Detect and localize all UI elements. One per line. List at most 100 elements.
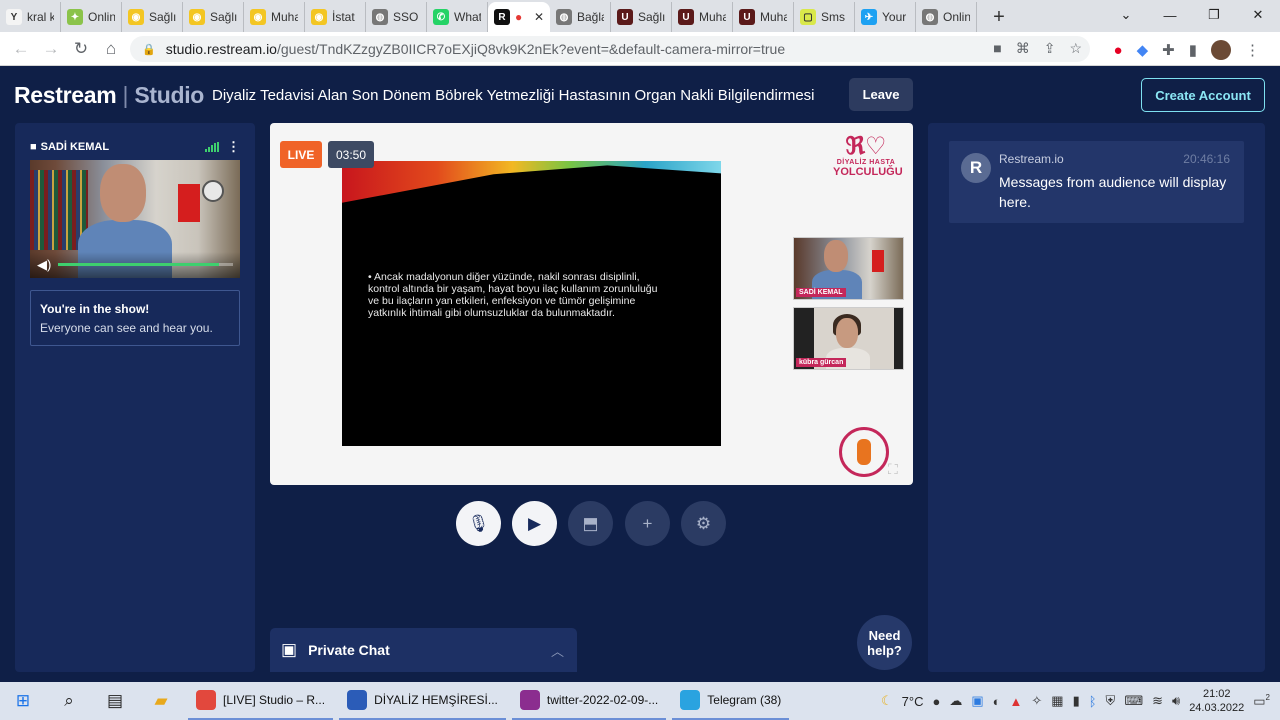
browser-tab[interactable]: Ykral k	[0, 2, 61, 32]
browser-tab[interactable]: U Muha	[733, 2, 794, 32]
settings-button[interactable]: ⚙	[681, 501, 726, 546]
tab-label: kral k	[27, 10, 54, 24]
whatsapp-icon: ✆	[433, 9, 449, 25]
camera-icon: ▶	[527, 513, 542, 533]
browser-tab[interactable]: ✦ Onlin	[61, 2, 122, 32]
profile-avatar[interactable]	[1211, 40, 1231, 60]
bookmark-star-icon[interactable]: ☆	[1069, 40, 1082, 57]
microphone-button[interactable]: 🎙	[456, 501, 501, 546]
keyboard-icon[interactable]: ⌨	[1124, 693, 1143, 709]
browser-tab[interactable]: ▢ Sms	[794, 2, 855, 32]
browser-tab-strip: Ykral k ✦ Onlin ◉ Sağlı ◉ Sağlı ◉ Muha ◉ İstat ◍ SSO…	[0, 0, 1280, 32]
share-icon[interactable]: ⇪	[1044, 40, 1056, 57]
taskbar-app[interactable]: [LIVE] Studio – R...	[188, 682, 334, 720]
settings-icon: ⚙	[695, 513, 712, 533]
network-ext-icon[interactable]: ▦	[1051, 693, 1063, 709]
taskbar-app[interactable]: Telegram (38)	[672, 682, 790, 720]
tab-label: Onlin	[88, 10, 115, 24]
tab-label: Bağla	[577, 10, 604, 24]
leave-button[interactable]: Leave	[849, 78, 913, 111]
pinterest-icon[interactable]: ●	[1114, 42, 1123, 59]
volume-tray-icon[interactable]: 🔊︎	[1172, 693, 1180, 709]
browser-menu-icon[interactable]: ⋮	[1245, 41, 1260, 59]
close-window-icon[interactable]: ✕	[1236, 0, 1280, 30]
broadcast-stage: • Ancak madalyonun diğer yüzünde, nakil …	[270, 123, 913, 485]
antivirus-icon[interactable]: ▲	[1010, 694, 1023, 709]
close-tab-icon[interactable]: ✕	[534, 10, 544, 24]
bluetooth-icon[interactable]: ᛒ	[1089, 694, 1097, 709]
camera-permission-icon[interactable]: ■	[993, 40, 1001, 57]
browser-tab[interactable]: ◉ Sağlı	[183, 2, 244, 32]
camera-menu-icon[interactable]: ⋮	[227, 140, 240, 153]
google-ext-icon[interactable]: ◆	[1137, 41, 1149, 59]
speaker-icon[interactable]: ◀)	[37, 257, 51, 273]
taskbar-app[interactable]: DİYALİZ HEMŞİRESİ...	[339, 682, 506, 720]
stream-timer: 03:50	[328, 141, 374, 168]
back-icon[interactable]: ←	[6, 34, 36, 64]
lock-icon[interactable]: 🔒	[142, 43, 156, 56]
translate-icon[interactable]: ⌘	[1016, 40, 1030, 57]
search-icon[interactable]: ⌕	[46, 682, 92, 720]
browser-tab[interactable]: ◍ Bağla	[550, 2, 611, 32]
browser-tab[interactable]: ◍ Onlin	[916, 2, 977, 32]
new-tab-button[interactable]: +	[985, 3, 1013, 31]
fullscreen-icon[interactable]: ⛶	[888, 461, 898, 478]
browser-tab[interactable]: ✆ What	[427, 2, 488, 32]
maximize-icon[interactable]: ❐	[1192, 0, 1236, 30]
zoom-icon[interactable]: ▣	[971, 693, 983, 709]
reload-icon[interactable]: ↻	[66, 34, 96, 64]
restream-logo: Restream | Studio	[14, 82, 204, 109]
browser-tab[interactable]: R ● ✕	[488, 2, 550, 32]
volume-meter[interactable]	[58, 263, 233, 266]
side-panel-icon[interactable]: ▮	[1189, 41, 1197, 59]
tray-app-icon[interactable]: ◐	[993, 694, 1001, 709]
url-path: /guest/TndKZzgyZB0IICR7oEXjiQ8vk9K2nEk?e…	[276, 41, 786, 57]
weather-moon-icon[interactable]: ☾	[881, 693, 893, 709]
app-icon	[196, 690, 216, 710]
recording-icon: ●	[515, 10, 523, 24]
message-time: 20:46:16	[1183, 152, 1230, 166]
extensions-puzzle-icon[interactable]: ✚	[1162, 41, 1175, 59]
chevron-up-icon[interactable]: ︿	[551, 641, 564, 660]
system-tray: ☾ 7°C ● ☁ ▣ ◐ ▲ ✧ ▦ ▮ ᛒ ⛨ ⌨ ≋ 🔊︎ 21:02 2…	[881, 682, 1280, 720]
browser-tab[interactable]: ◉ İstat	[305, 2, 366, 32]
add-button[interactable]: +	[625, 501, 670, 546]
security-icon[interactable]: ⛨	[1106, 693, 1116, 709]
clock[interactable]: 21:02 24.03.2022	[1189, 687, 1244, 715]
private-chat-bar[interactable]: ▣ Private Chat ︿	[270, 628, 577, 672]
file-explorer-icon[interactable]: ▰	[138, 682, 184, 720]
browser-tab[interactable]: ◍ SSO	[366, 2, 427, 32]
browser-tab[interactable]: ◉ Muha	[244, 2, 305, 32]
tray-badge-icon[interactable]: ●	[932, 694, 940, 709]
minimize-icon[interactable]: —	[1148, 0, 1192, 30]
microphone-icon: 🎙	[467, 513, 490, 533]
taskbar-app[interactable]: twitter-2022-02-09-...	[511, 682, 667, 720]
share-screen-button[interactable]: ⬒	[568, 501, 613, 546]
tray-misc-icon[interactable]: ✧	[1031, 693, 1042, 709]
weather-temp[interactable]: 7°C	[902, 694, 924, 709]
browser-tab[interactable]: ◉ Sağlı	[122, 2, 183, 32]
microphone-tray-icon[interactable]: ▮	[1073, 693, 1080, 709]
in-show-subtitle: Everyone can see and hear you.	[40, 321, 213, 335]
wifi-icon[interactable]: ≋	[1152, 693, 1163, 709]
create-account-button[interactable]: Create Account	[1141, 78, 1265, 112]
studio-header: Restream | Studio Diyaliz Tedavisi Alan …	[0, 66, 1280, 124]
notification-center-icon[interactable]: ▭2	[1253, 693, 1270, 709]
kidney-logo-icon: ℜ♡	[845, 131, 887, 160]
browser-tab[interactable]: U Muha	[672, 2, 733, 32]
home-icon[interactable]: ⌂	[96, 34, 126, 64]
camera-button[interactable]: ▶	[512, 501, 557, 546]
restream-icon: R	[494, 9, 510, 25]
tab-search-icon[interactable]: ⌄	[1104, 0, 1148, 30]
forward-icon[interactable]: →	[36, 34, 66, 64]
need-help-button[interactable]: Need help?	[857, 615, 912, 670]
task-view-icon[interactable]: ▤	[92, 682, 138, 720]
tab-list: Ykral k ✦ Onlin ◉ Sağlı ◉ Sağlı ◉ Muha ◉ İstat ◍ SSO…	[0, 2, 977, 32]
browser-tab[interactable]: ✈ Your	[855, 2, 916, 32]
in-show-notice: You're in the show! Everyone can see and…	[30, 290, 240, 346]
url-input[interactable]: 🔒 studio.restream.io/guest/TndKZzgyZB0II…	[130, 36, 1090, 62]
cloud-icon[interactable]: ☁	[949, 693, 962, 709]
windows-start-icon[interactable]: ⊞	[0, 682, 46, 720]
window-controls: ⌄ — ❐ ✕	[1104, 0, 1280, 30]
browser-tab[interactable]: U Sağlı	[611, 2, 672, 32]
